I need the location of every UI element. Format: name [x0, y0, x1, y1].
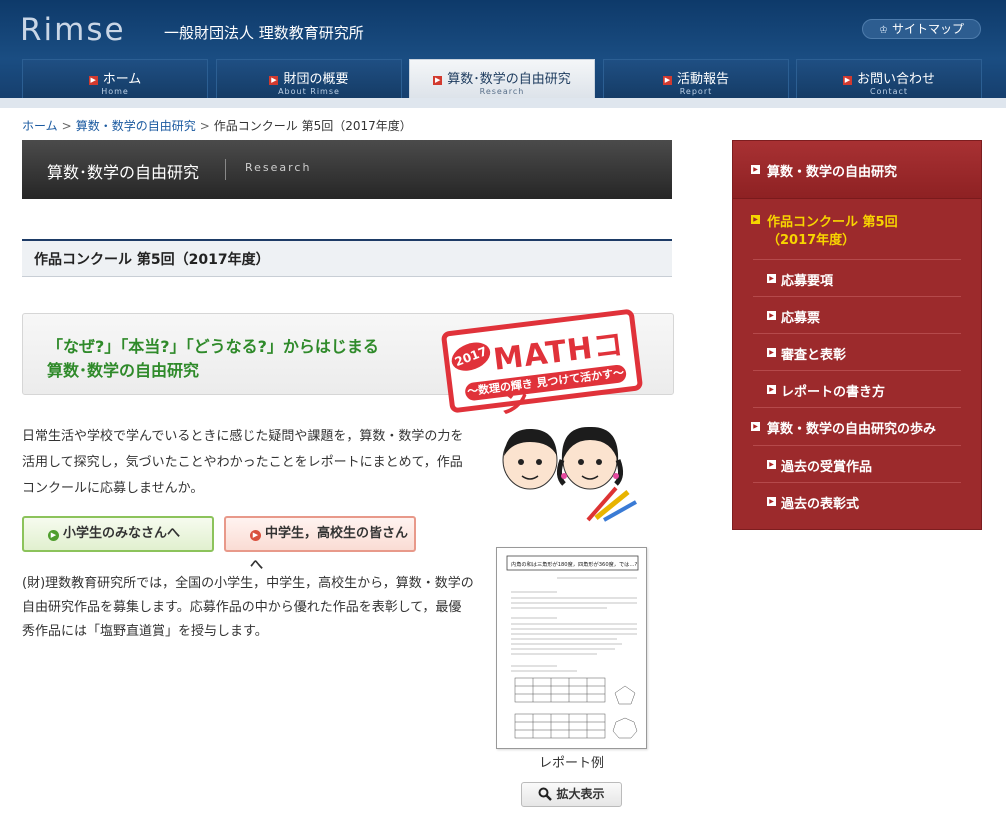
sidebar-item-guidelines[interactable]: ▶ 応募要項	[733, 260, 981, 297]
sidebar-item-contest[interactable]: ▶ 作品コンクール 第5回 （2017年度）	[733, 199, 981, 261]
nav-sub: Report	[679, 87, 713, 96]
sidebar-head[interactable]: ▶ 算数・数学の自由研究	[733, 141, 981, 199]
nav-tab-contact[interactable]: ▶ お問い合わせ Contact	[796, 59, 982, 98]
sidebar-item-label: 審査と表彰	[781, 348, 847, 363]
nav-label: 財団の概要	[283, 72, 349, 87]
org-name: 一般財団法人 理数教育研究所	[164, 24, 364, 42]
zoom-button-label: 拡大表示	[556, 787, 605, 801]
sidebar-item-judging[interactable]: ▶ 審査と表彰	[733, 334, 981, 371]
main-nav: ▶ ホーム Home ▶ 財団の概要 About Rimse ▶ 算数･数学の自由研究…	[0, 59, 1006, 98]
breadcrumb: ホーム > 算数・数学の自由研究 > 作品コンクール 第5回（2017年度）	[22, 117, 412, 134]
play-icon: ▶	[48, 530, 59, 541]
elementary-button-label: 小学生のみなさんへ	[63, 526, 181, 541]
page-title: 作品コンクール 第5回（2017年度）	[22, 239, 672, 277]
arrow-icon: ▶	[767, 274, 776, 283]
sidebar-item-label: 過去の受賞作品	[781, 460, 873, 475]
nav-tab-about[interactable]: ▶ 財団の概要 About Rimse	[216, 59, 402, 98]
nav-tab-research[interactable]: ▶ 算数･数学の自由研究 Research	[409, 59, 595, 98]
report-sample-image[interactable]: 内角の和は三角形が180度，四角形が360度，では…?	[496, 547, 647, 749]
promo-line-2: 算数･数学の自由研究	[47, 361, 200, 380]
arrow-icon: ▶	[767, 385, 776, 394]
nav-label: 算数･数学の自由研究	[447, 72, 571, 87]
mathcon-logo: 2017 MATHコン 〜数理の輝き 見つけて活かす〜	[440, 308, 644, 421]
children-illustration	[502, 426, 637, 522]
nav-underline	[0, 98, 1006, 108]
nav-sub: Research	[479, 87, 525, 96]
nav-label: ホーム	[102, 72, 142, 87]
sidebar-item-label: レポートの書き方	[781, 385, 886, 400]
sidebar-item-entry-form[interactable]: ▶ 応募票	[733, 297, 981, 334]
nav-label: お問い合わせ	[856, 72, 935, 87]
magnifier-icon	[538, 787, 553, 801]
sidebar-head-label: 算数・数学の自由研究	[767, 165, 898, 180]
report-document-thumbnail: 内角の和は三角形が180度，四角形が360度，では…?	[506, 555, 639, 739]
elementary-button[interactable]: ▶ 小学生のみなさんへ	[22, 516, 214, 552]
sidebar-item-report-howto[interactable]: ▶ レポートの書き方	[733, 371, 981, 408]
sitemap-label: サイトマップ	[891, 22, 964, 36]
description-text: (財)理数教育研究所では，全国の小学生，中学生，高校生から，算数・数学の自由研究…	[22, 576, 474, 639]
person-icon: ♔	[879, 25, 888, 36]
arrow-icon: ▶	[269, 76, 279, 85]
sidebar-item-past-winners[interactable]: ▶ 過去の受賞作品	[733, 446, 981, 483]
nav-sub: About Rimse	[278, 87, 340, 96]
breadcrumb-separator: >	[199, 119, 210, 133]
sidebar: ▶ 算数・数学の自由研究 ▶ 作品コンクール 第5回 （2017年度） ▶ 応募…	[732, 140, 982, 530]
arrow-icon: ▶	[88, 76, 98, 85]
arrow-icon: ▶	[767, 348, 776, 357]
secondary-button[interactable]: ▶ 中学生，高校生の皆さんへ	[224, 516, 416, 573]
nav-label: 活動報告	[676, 72, 729, 87]
promo-line-1: 「なぜ?」「本当?」「どうなる?」からはじまる	[47, 337, 379, 356]
banner-title: 算数･数学の自由研究	[47, 163, 200, 182]
breadcrumb-current: 作品コンクール 第5回（2017年度）	[213, 119, 412, 133]
play-icon: ▶	[250, 530, 261, 541]
sidebar-item-label: 作品コンクール 第5回	[767, 215, 898, 230]
sidebar-item-label-2: （2017年度）	[767, 233, 856, 248]
breadcrumb-section-link[interactable]: 算数・数学の自由研究	[76, 119, 196, 133]
arrow-icon: ▶	[433, 76, 443, 85]
sidebar-item-label: 応募票	[781, 311, 821, 326]
zoom-button[interactable]: 拡大表示	[521, 782, 622, 807]
secondary-button-label: 中学生，高校生の皆さんへ	[250, 526, 409, 573]
sidebar-item-label: 応募要項	[781, 274, 834, 289]
banner-divider	[225, 159, 226, 180]
sidebar-item-past-ceremonies[interactable]: ▶ 過去の表彰式	[733, 483, 981, 520]
breadcrumb-home-link[interactable]: ホーム	[22, 119, 58, 133]
page-title-text: 作品コンクール 第5回（2017年度）	[34, 252, 270, 268]
sidebar-item-label: 算数・数学の自由研究の歩み	[767, 422, 937, 437]
arrow-icon: ▶	[751, 422, 760, 431]
nav-sub: Contact	[869, 87, 909, 96]
banner-subtitle: Research	[245, 161, 312, 174]
breadcrumb-separator: >	[61, 119, 72, 133]
sitemap-button[interactable]: ♔ サイトマップ	[862, 19, 981, 39]
arrow-icon: ▶	[751, 165, 760, 174]
nav-tab-home[interactable]: ▶ ホーム Home	[22, 59, 208, 98]
nav-sub: Home	[101, 87, 129, 96]
section-banner: 算数･数学の自由研究 Research	[22, 140, 672, 199]
arrow-icon: ▶	[662, 76, 672, 85]
sidebar-item-history[interactable]: ▶ 算数・数学の自由研究の歩み	[733, 408, 981, 446]
rimse-logo[interactable]: Rimse	[20, 12, 126, 48]
arrow-icon: ▶	[842, 76, 852, 85]
intro-text: 日常生活や学校で学んでいるときに感じた疑問や課題を，算数・数学の力を活用して探究…	[22, 429, 464, 496]
nav-tab-report[interactable]: ▶ 活動報告 Report	[603, 59, 789, 98]
mathcon-year: 2017	[447, 337, 495, 376]
arrow-icon: ▶	[767, 497, 776, 506]
arrow-icon: ▶	[751, 215, 760, 224]
sidebar-item-label: 過去の表彰式	[781, 497, 860, 512]
report-doc-title: 内角の和は三角形が180度，四角形が360度，では…?	[511, 560, 638, 568]
arrow-icon: ▶	[767, 460, 776, 469]
report-caption: レポート例	[538, 756, 604, 771]
arrow-icon: ▶	[767, 311, 776, 320]
promo-banner: 「なぜ?」「本当?」「どうなる?」からはじまる 算数･数学の自由研究 2017 …	[22, 308, 674, 421]
